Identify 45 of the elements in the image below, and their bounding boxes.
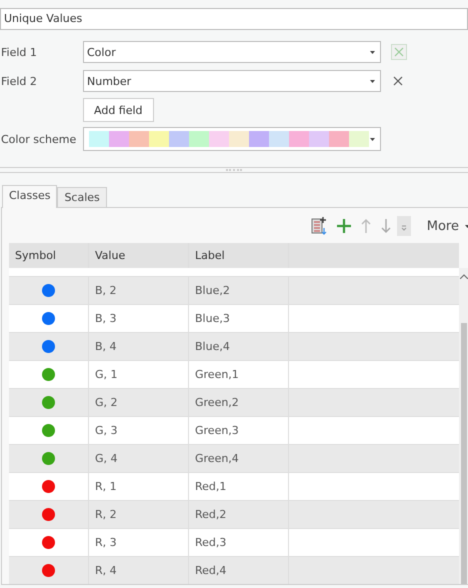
more-menu[interactable]: More (426, 218, 468, 234)
list-add-icon[interactable] (310, 217, 327, 235)
table-cell: R, 2 (89, 501, 189, 528)
tab[interactable]: Classes (2, 185, 58, 208)
color-scheme-dropdown[interactable] (83, 127, 381, 151)
table-cell: Green,2 (189, 389, 289, 416)
table-cell: B, 3 (89, 305, 189, 332)
table-cell: R, 1 (89, 473, 189, 500)
caret-icon (370, 138, 375, 140)
caret-icon (370, 50, 375, 54)
table-cell: Green,4 (189, 445, 289, 472)
table-cell: Red,4 (189, 557, 289, 584)
table-cell: B, 2 (89, 277, 189, 304)
table-cell: Red,1 (189, 473, 289, 500)
plus-icon[interactable] (336, 219, 351, 233)
remove-field-icon[interactable] (391, 74, 405, 88)
expand-icon[interactable] (396, 216, 411, 236)
field-label: Field 2 (1, 74, 38, 88)
table-cell: G, 2 (89, 389, 189, 416)
caret-icon (370, 80, 375, 82)
table-cell: G, 3 (89, 417, 189, 444)
add-field-button[interactable]: Add field (83, 98, 154, 122)
renderer-dropdown[interactable]: Unique Values (0, 8, 468, 30)
field-label: Color scheme (1, 132, 78, 146)
table-cell: Blue,2 (189, 277, 289, 304)
table-cell: B, 4 (89, 333, 189, 360)
tab[interactable]: Scales (57, 187, 107, 207)
table-cell: R, 4 (89, 557, 189, 584)
splitter-handle[interactable] (0, 167, 468, 173)
table-cell: Green,3 (189, 417, 289, 444)
table-cell: Red,3 (189, 529, 289, 556)
table-cell: G, 1 (89, 361, 189, 388)
up-arrow-icon[interactable] (360, 219, 371, 233)
table-cell: G, 4 (89, 445, 189, 472)
field-label: Field 1 (1, 46, 38, 58)
table-cell: Blue,3 (189, 305, 289, 332)
table-cell: Green,1 (189, 361, 289, 388)
scroll-up-icon[interactable] (460, 274, 468, 279)
table-cell: R, 3 (89, 529, 189, 556)
table-cell: Blue,4 (189, 333, 289, 360)
field-dropdown[interactable]: Number (83, 70, 381, 92)
scrollbar[interactable] (459, 268, 468, 584)
field-dropdown[interactable]: Color (83, 41, 381, 63)
table-cell: Red,2 (189, 501, 289, 528)
down-arrow-icon[interactable] (380, 219, 391, 233)
